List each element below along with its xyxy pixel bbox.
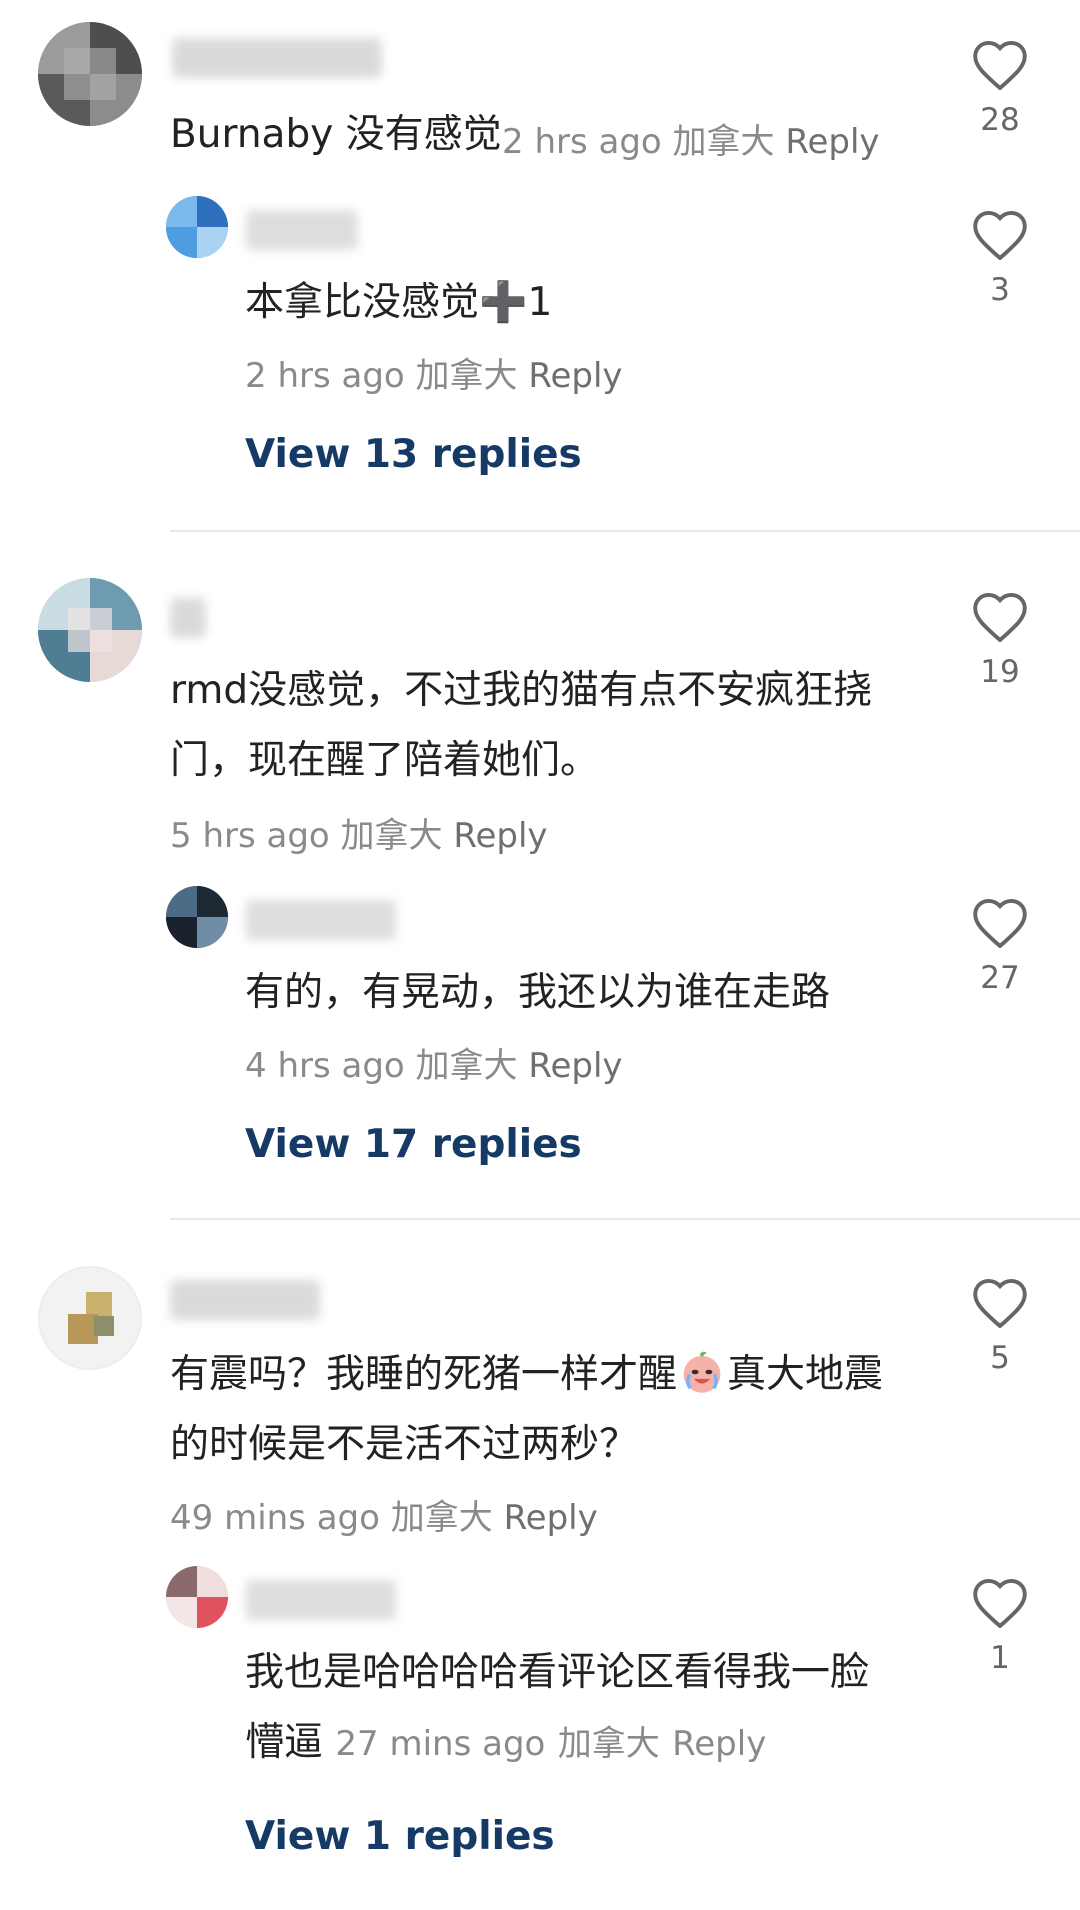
location: 加拿大: [415, 1046, 518, 1086]
like-button[interactable]: 5: [945, 1276, 1055, 1376]
reply-button[interactable]: Reply: [453, 816, 547, 856]
like-button[interactable]: 3: [945, 208, 1055, 308]
heart-outline-icon: [973, 898, 1027, 948]
timestamp: 4 hrs ago: [245, 1046, 405, 1086]
heart-outline-icon: [973, 592, 1027, 642]
comment-text-line2: 的时候是不是活不过两秒？: [170, 1422, 639, 1467]
heart-outline-icon: [973, 1278, 1027, 1328]
comment-meta: 5 hrs ago 加拿大 Reply: [170, 808, 548, 857]
like-button[interactable]: 28: [945, 38, 1055, 138]
avatar[interactable]: [166, 1566, 228, 1628]
reply-meta: 4 hrs ago 加拿大 Reply: [245, 1038, 623, 1087]
location: 加拿大: [340, 816, 443, 856]
comment-text-part: 真大地震: [727, 1352, 884, 1397]
crying-face-emoji: [683, 1351, 721, 1393]
username-blurred[interactable]: [246, 210, 358, 250]
avatar[interactable]: [38, 578, 142, 682]
reply-meta: 2 hrs ago 加拿大 Reply: [245, 348, 623, 397]
location: 加拿大: [672, 122, 775, 162]
reply-text-part: 懵逼: [245, 1720, 324, 1765]
comment-text-line2: 门，现在醒了陪着她们。: [170, 738, 600, 783]
location: 加拿大: [557, 1724, 660, 1764]
like-button[interactable]: 19: [945, 590, 1055, 690]
like-count: 1: [990, 1640, 1010, 1676]
heart-outline-icon: [973, 1578, 1027, 1628]
comment-meta: 2 hrs ago 加拿大 Reply: [502, 114, 880, 163]
view-replies-button[interactable]: View 13 replies: [245, 432, 582, 477]
username-blurred[interactable]: [170, 1280, 320, 1320]
like-count: 3: [990, 272, 1010, 308]
timestamp: 2 hrs ago: [502, 122, 662, 162]
like-count: 27: [980, 960, 1020, 996]
location: 加拿大: [390, 1498, 493, 1538]
heart-outline-icon: [973, 40, 1027, 90]
avatar[interactable]: [166, 196, 228, 258]
comment-text: Burnaby 没有感觉: [170, 112, 502, 157]
reply-button[interactable]: Reply: [504, 1498, 598, 1538]
comment-text-line1: 有震吗？我睡的死猪一样才醒 真大地震: [170, 1340, 883, 1410]
reply-text-line2: 懵逼 27 mins ago 加拿大 Reply: [245, 1708, 766, 1779]
reply-button[interactable]: Reply: [528, 356, 622, 396]
divider: [170, 530, 1080, 532]
comment-text-line1: rmd没感觉，不过我的猫有点不安疯狂挠: [170, 668, 873, 713]
comment-text-part: 有震吗？我睡的死猪一样才醒: [170, 1352, 678, 1397]
comment-meta: 49 mins ago 加拿大 Reply: [170, 1490, 598, 1539]
divider: [170, 1218, 1080, 1220]
timestamp: 5 hrs ago: [170, 816, 330, 856]
timestamp: 27 mins ago: [335, 1724, 546, 1764]
like-count: 19: [980, 654, 1020, 690]
like-button[interactable]: 27: [945, 896, 1055, 996]
heart-outline-icon: [973, 210, 1027, 260]
reply-text: 本拿比没感觉➕1: [245, 280, 553, 325]
timestamp: 2 hrs ago: [245, 356, 405, 396]
avatar[interactable]: [166, 886, 228, 948]
like-count: 5: [990, 1340, 1010, 1376]
reply-button[interactable]: Reply: [528, 1046, 622, 1086]
username-blurred[interactable]: [172, 38, 382, 78]
view-replies-button[interactable]: View 1 replies: [245, 1814, 555, 1859]
username-blurred[interactable]: [246, 900, 396, 940]
avatar[interactable]: [38, 1266, 142, 1370]
username-blurred[interactable]: [246, 1580, 396, 1620]
reply-button[interactable]: Reply: [672, 1724, 766, 1764]
like-button[interactable]: 1: [945, 1576, 1055, 1676]
reply-text-line1: 我也是哈哈哈哈看评论区看得我一脸: [245, 1650, 870, 1695]
avatar[interactable]: [38, 22, 142, 126]
reply-text: 有的，有晃动，我还以为谁在走路: [245, 970, 831, 1015]
username-blurred[interactable]: [170, 598, 206, 638]
like-count: 28: [980, 102, 1020, 138]
view-replies-button[interactable]: View 17 replies: [245, 1122, 582, 1167]
reply-button[interactable]: Reply: [785, 122, 879, 162]
location: 加拿大: [415, 356, 518, 396]
timestamp: 49 mins ago: [170, 1498, 380, 1538]
